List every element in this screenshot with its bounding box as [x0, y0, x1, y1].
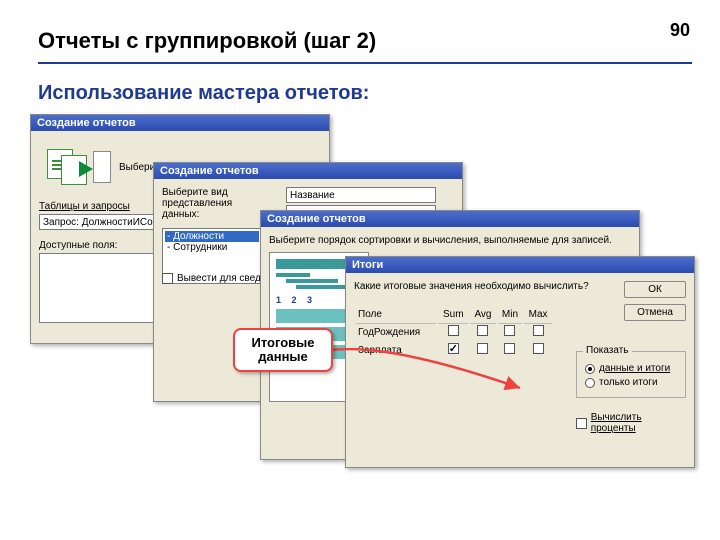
- callout-totals: Итоговые данные: [233, 328, 333, 372]
- col-avg: Avg: [470, 308, 496, 321]
- ok-button[interactable]: ОК: [624, 281, 686, 298]
- prompt-text: Выберите вид представления данных:: [162, 187, 272, 220]
- max-checkbox[interactable]: [533, 343, 544, 354]
- wizard-icon: [45, 143, 113, 191]
- slide-title: Отчеты с группировкой (шаг 2): [38, 28, 376, 54]
- prompt-text: Выберите порядок сортировки и вычисления…: [269, 235, 612, 246]
- col-field: Поле: [356, 308, 436, 321]
- query-combobox[interactable]: Запрос: ДолжностиИСо: [39, 214, 159, 230]
- min-checkbox[interactable]: [504, 325, 515, 336]
- dialog-title: Создание отчетов: [261, 211, 639, 227]
- list-item[interactable]: - Сотрудники: [165, 242, 259, 253]
- slide-subtitle: Использование мастера отчетов:: [38, 82, 369, 105]
- col-max: Max: [524, 308, 552, 321]
- title-underline: [38, 62, 692, 64]
- dialog-title: Создание отчетов: [31, 115, 329, 131]
- col-sum: Sum: [438, 308, 468, 321]
- table-row: ГодРождения: [356, 323, 552, 340]
- callout-arrow-icon: [330, 348, 530, 428]
- col-min: Min: [498, 308, 522, 321]
- radio-data-and-totals[interactable]: данные и итоги: [585, 363, 677, 374]
- radio-totals-only[interactable]: только итоги: [585, 377, 677, 388]
- preview-title-field[interactable]: Название: [286, 187, 436, 203]
- show-group: Показать данные и итоги только итоги: [576, 351, 686, 398]
- available-fields-listbox[interactable]: [39, 253, 159, 323]
- list-item[interactable]: - Должности: [165, 231, 259, 242]
- page-number: 90: [670, 20, 690, 41]
- sum-checkbox[interactable]: [448, 325, 459, 336]
- cancel-button[interactable]: Отмена: [624, 304, 686, 321]
- dialog-title: Итоги: [346, 257, 694, 273]
- max-checkbox[interactable]: [533, 325, 544, 336]
- avg-checkbox[interactable]: [477, 325, 488, 336]
- dialog-title: Создание отчетов: [154, 163, 462, 179]
- calc-percent-checkbox[interactable]: Вычислить проценты: [576, 412, 686, 434]
